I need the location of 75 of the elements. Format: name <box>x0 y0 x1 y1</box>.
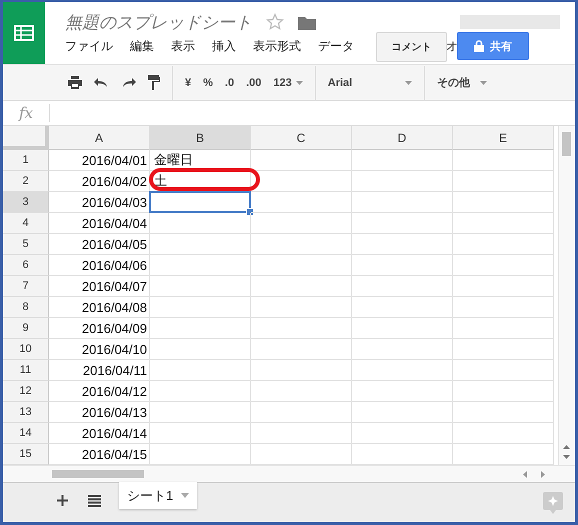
undo-icon[interactable] <box>94 78 109 87</box>
menu-item[interactable]: 編集 <box>130 38 154 55</box>
row-header[interactable]: 10 <box>3 339 49 360</box>
list-icon[interactable] <box>88 495 101 507</box>
column-header[interactable]: B <box>150 126 251 150</box>
percent-button[interactable]: % <box>203 76 213 88</box>
menu-item[interactable]: ファイル <box>65 38 113 55</box>
row-header[interactable]: 3 <box>3 192 49 213</box>
folder-icon[interactable] <box>298 14 316 30</box>
table-cell: 2016/04/09 <box>49 318 150 339</box>
table-cell: 2016/04/13 <box>49 402 150 423</box>
table-cell: 2016/04/11 <box>49 360 150 381</box>
row-header[interactable]: 9 <box>3 318 49 339</box>
number-format-dropdown[interactable]: 123 <box>273 76 303 88</box>
print-icon[interactable] <box>68 76 82 89</box>
row-header[interactable]: 6 <box>3 255 49 276</box>
column-header[interactable]: D <box>352 126 453 150</box>
menu-item[interactable]: 挿入 <box>212 38 236 55</box>
table-cell: 2016/04/03 <box>49 192 150 213</box>
row-header[interactable]: 8 <box>3 297 49 318</box>
redo-icon[interactable] <box>121 78 136 87</box>
decrease-decimal-button[interactable]: .0 <box>224 76 234 88</box>
row-header[interactable]: 1 <box>3 150 49 171</box>
increase-decimal-button[interactable]: .00 <box>246 76 262 88</box>
row-header[interactable]: 2 <box>3 171 49 192</box>
row-header[interactable]: 13 <box>3 402 49 423</box>
table-cell: 土 <box>150 171 251 192</box>
sheet-tab[interactable]: シート1 <box>119 482 198 509</box>
corner-cell[interactable] <box>3 126 49 150</box>
table-cell: 2016/04/05 <box>49 234 150 255</box>
font-dropdown[interactable]: Arial <box>328 76 412 88</box>
more-dropdown[interactable]: その他 <box>436 75 487 90</box>
star-icon[interactable] <box>266 13 284 31</box>
scroll-down-icon[interactable] <box>563 455 570 459</box>
scroll-right-icon[interactable] <box>541 470 545 478</box>
row-header[interactable]: 5 <box>3 234 49 255</box>
table-cell: 2016/04/04 <box>49 213 150 234</box>
add-icon[interactable] <box>57 495 68 506</box>
caret-icon <box>480 80 487 84</box>
column-header[interactable]: A <box>49 126 150 150</box>
currency-button[interactable]: ¥ <box>185 76 192 88</box>
document-title[interactable]: 無題のスプレッドシート <box>65 10 252 34</box>
row-header[interactable]: 14 <box>3 423 49 444</box>
scroll-left-icon[interactable] <box>523 470 527 478</box>
table-cell: 2016/04/08 <box>49 297 150 318</box>
lock-icon <box>474 40 484 52</box>
column-header[interactable]: C <box>251 126 352 150</box>
table-cell: 2016/04/06 <box>49 255 150 276</box>
row-header[interactable]: 15 <box>3 444 49 465</box>
scroll-up-icon[interactable] <box>563 445 570 449</box>
row-header[interactable]: 12 <box>3 381 49 402</box>
scrollbar-thumb[interactable] <box>52 470 144 478</box>
paint-roller-icon[interactable] <box>148 75 160 90</box>
menu-item[interactable]: オ <box>446 38 458 55</box>
row-header[interactable]: 4 <box>3 213 49 234</box>
table-cell: 2016/04/10 <box>49 339 150 360</box>
spreadsheet-icon[interactable] <box>14 25 34 41</box>
caret-icon <box>181 493 190 498</box>
table-cell: 2016/04/14 <box>49 423 150 444</box>
table-cell: 2016/04/01 <box>49 150 150 171</box>
table-cell: 2016/04/02 <box>49 171 150 192</box>
scrollbar-thumb[interactable] <box>562 132 571 156</box>
column-header[interactable]: E <box>453 126 554 150</box>
table-cell: 金曜日 <box>150 150 251 171</box>
caret-icon <box>296 80 303 84</box>
formula-label: fx <box>17 104 34 122</box>
caret-icon <box>404 80 412 84</box>
menu-item[interactable]: データ <box>318 38 354 55</box>
menu-item[interactable]: 表示形式 <box>253 38 301 55</box>
row-header[interactable]: 11 <box>3 360 49 381</box>
row-header[interactable]: 7 <box>3 276 49 297</box>
menu-item[interactable]: 表示 <box>171 38 195 55</box>
table-cell: 2016/04/12 <box>49 381 150 402</box>
table-cell: 2016/04/07 <box>49 276 150 297</box>
comment-button[interactable]: コメント <box>376 32 447 62</box>
